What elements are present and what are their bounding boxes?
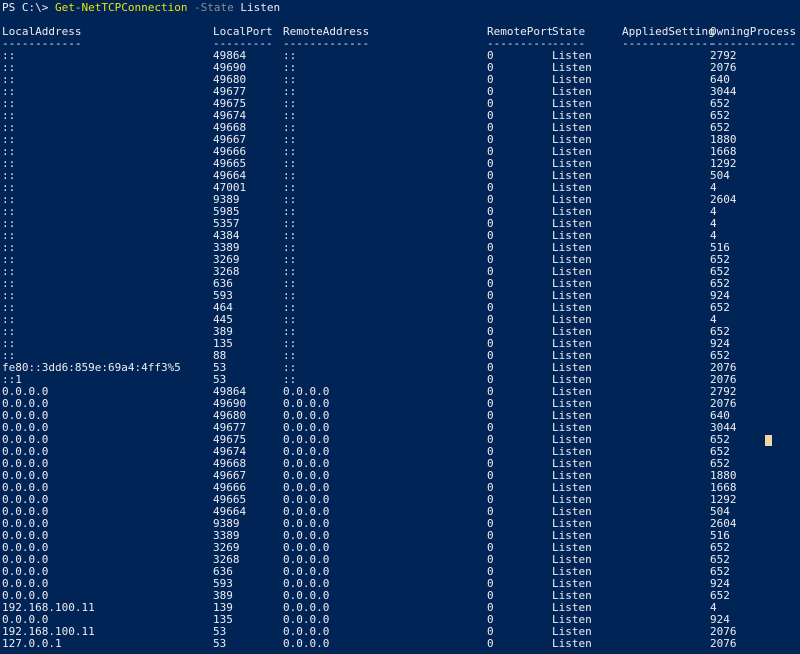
table-row: ::593::0Listen924 xyxy=(0,290,800,302)
table-row: ::49668::0Listen652 xyxy=(0,122,800,134)
command-argument: Listen xyxy=(234,1,280,14)
table-row: ::49690::0Listen2076 xyxy=(0,62,800,74)
command-line: PS C:\> Get-NetTCPConnection -State List… xyxy=(0,2,800,14)
table-underline-row: ----------------------------------------… xyxy=(0,38,800,50)
command-parameter: -State xyxy=(187,1,233,14)
table-row: 0.0.0.032690.0.0.00Listen652 xyxy=(0,542,800,554)
table-row: 0.0.0.0496680.0.0.00Listen652 xyxy=(0,458,800,470)
table-row: 0.0.0.033890.0.0.00Listen516 xyxy=(0,530,800,542)
table-row: ::3389::0Listen516 xyxy=(0,242,800,254)
table-row: ::49667::0Listen1880 xyxy=(0,134,800,146)
table-row: fe80::3dd6:859e:69a4:4ff3%553::0Listen20… xyxy=(0,362,800,374)
table-row: ::3268::0Listen652 xyxy=(0,266,800,278)
table-row: 0.0.0.093890.0.0.00Listen2604 xyxy=(0,518,800,530)
table-row: ::5985::0Listen4 xyxy=(0,206,800,218)
table-row: 0.0.0.0496740.0.0.00Listen652 xyxy=(0,446,800,458)
table-row: ::49864::0Listen2792 xyxy=(0,50,800,62)
table-row: ::153::0Listen2076 xyxy=(0,374,800,386)
table-row: ::49674::0Listen652 xyxy=(0,110,800,122)
cell-remoteAddress: 0.0.0.0 xyxy=(283,638,329,650)
table-row: 192.168.100.111390.0.0.00Listen4 xyxy=(0,602,800,614)
cell-state: Listen xyxy=(552,638,592,650)
powershell-terminal[interactable]: PS C:\> Get-NetTCPConnection -State List… xyxy=(0,0,800,654)
table-row: 0.0.0.0496800.0.0.00Listen640 xyxy=(0,410,800,422)
table-row: ::49666::0Listen1668 xyxy=(0,146,800,158)
table-row: ::5357::0Listen4 xyxy=(0,218,800,230)
table-row: 0.0.0.0496640.0.0.00Listen504 xyxy=(0,506,800,518)
table-row: ::464::0Listen652 xyxy=(0,302,800,314)
table-row: ::49664::0Listen504 xyxy=(0,170,800,182)
underline-appliedSetting: -------------- xyxy=(622,38,715,50)
table-row: 0.0.0.06360.0.0.00Listen652 xyxy=(0,566,800,578)
table-row: 0.0.0.032680.0.0.00Listen652 xyxy=(0,554,800,566)
table-row: 0.0.0.0496770.0.0.00Listen3044 xyxy=(0,422,800,434)
table-row: ::49675::0Listen652 xyxy=(0,98,800,110)
cell-localAddress: 127.0.0.1 xyxy=(2,638,62,650)
command-text: Get-NetTCPConnection xyxy=(55,1,187,14)
table-row: 192.168.100.11530.0.0.00Listen2076 xyxy=(0,626,800,638)
table-row: 0.0.0.0496650.0.0.00Listen1292 xyxy=(0,494,800,506)
table-row: ::445::0Listen4 xyxy=(0,314,800,326)
cell-owningProcess: 2076 xyxy=(710,638,737,650)
table-row: 0.0.0.0496660.0.0.00Listen1668 xyxy=(0,482,800,494)
table-row: 0.0.0.0496670.0.0.00Listen1880 xyxy=(0,470,800,482)
table-row: ::636::0Listen652 xyxy=(0,278,800,290)
table-row: 127.0.0.1 53 0.0.0.0 0 Listen 2076 xyxy=(0,638,800,650)
table-row: ::3269::0Listen652 xyxy=(0,254,800,266)
table-row: ::389::0Listen652 xyxy=(0,326,800,338)
table-row: ::49677::0Listen3044 xyxy=(0,86,800,98)
table-row: 0.0.0.01350.0.0.00Listen924 xyxy=(0,614,800,626)
terminal-cursor xyxy=(765,435,772,446)
cell-localPort: 53 xyxy=(213,638,226,650)
table-row: ::135::0Listen924 xyxy=(0,338,800,350)
table-row: ::49680::0Listen640 xyxy=(0,74,800,86)
table-rows: ::49864::0Listen2792::49690::0Listen2076… xyxy=(0,50,800,650)
prompt: PS C:\> xyxy=(2,1,55,14)
table-row: ::9389::0Listen2604 xyxy=(0,194,800,206)
table-row: 0.0.0.0496750.0.0.00Listen652 xyxy=(0,434,800,446)
table-row: 0.0.0.05930.0.0.00Listen924 xyxy=(0,578,800,590)
table-row: 0.0.0.0496900.0.0.00Listen2076 xyxy=(0,398,800,410)
table-row: ::49665::0Listen1292 xyxy=(0,158,800,170)
table-row: ::47001::0Listen4 xyxy=(0,182,800,194)
table-row: 0.0.0.0498640.0.0.00Listen2792 xyxy=(0,386,800,398)
table-row: ::4384::0Listen4 xyxy=(0,230,800,242)
cell-localAddress: fe80::3dd6:859e:69a4:4ff3%5 xyxy=(2,362,181,374)
underline-remotePort: ---------- xyxy=(487,38,553,50)
table-row: 0.0.0.03890.0.0.00Listen652 xyxy=(0,590,800,602)
cell-remotePort: 0 xyxy=(487,638,494,650)
